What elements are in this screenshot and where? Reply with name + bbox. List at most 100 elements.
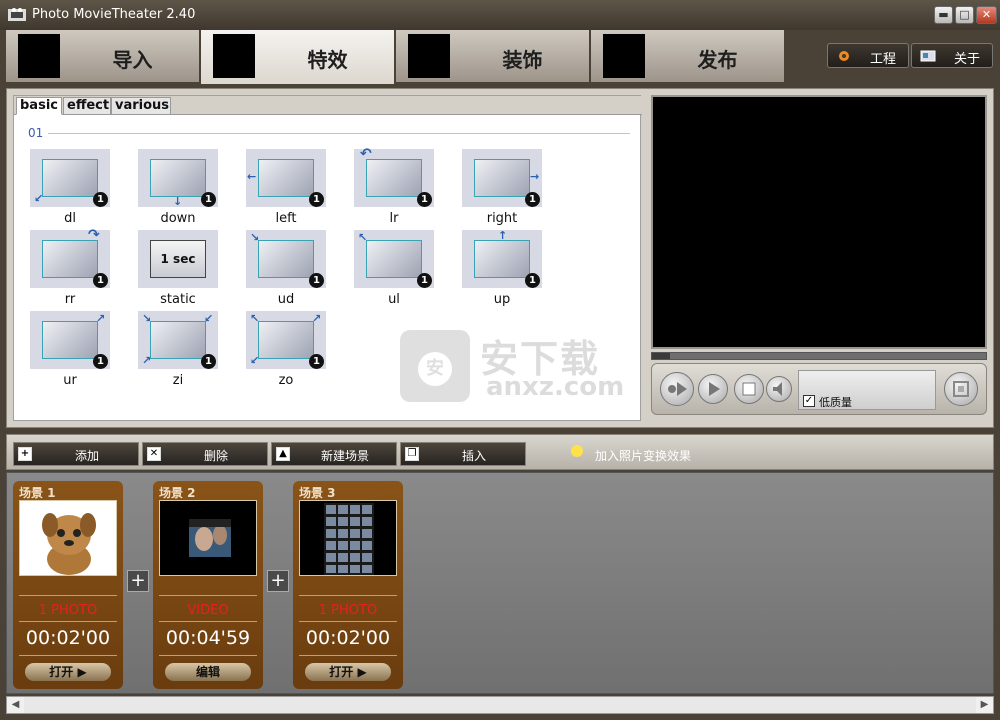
- stop-button[interactable]: [734, 374, 764, 404]
- scene-card-1[interactable]: 场景 1 1 PHOTO 00:02'00 打开 ▶: [13, 481, 123, 689]
- maximize-button[interactable]: □: [955, 6, 974, 24]
- scene-type: 1 PHOTO: [318, 603, 378, 618]
- horizontal-scrollbar[interactable]: ◀ ▶: [6, 696, 994, 714]
- scene-title: 场景 3: [299, 486, 336, 500]
- scene-duration: 00:02'00: [305, 627, 391, 649]
- effect-up[interactable]: ↑ 1 up: [462, 230, 542, 310]
- effect-label: zi: [172, 373, 184, 388]
- stop-icon: [742, 382, 756, 396]
- delete-button[interactable]: ✕ 删除: [142, 442, 268, 466]
- effect-label: ul: [388, 292, 400, 307]
- edit-button[interactable]: 编辑: [165, 663, 251, 681]
- scene-toolbar: + 添加 ✕ 删除 ▲ 新建场景 ❐ 插入 加入照片变换效果: [6, 434, 994, 470]
- subtab-basic[interactable]: basic: [16, 97, 62, 115]
- arrow-up-left-icon: ↖: [358, 231, 368, 244]
- seek-bar[interactable]: [651, 352, 987, 360]
- scene-duration: 00:04'59: [165, 627, 251, 649]
- scene-type: 1 PHOTO: [38, 603, 98, 618]
- divider: [159, 595, 257, 596]
- effect-right[interactable]: → 1 right: [462, 149, 542, 229]
- effect-dl[interactable]: ↙ 1 dl: [30, 149, 110, 229]
- new-scene-button[interactable]: ▲ 新建场景: [271, 442, 397, 466]
- effect-preview: [474, 159, 530, 197]
- scene-card-3[interactable]: 场景 3 1 PHOTO 00:02'00 打开 ▶: [293, 481, 403, 689]
- scroll-right-button[interactable]: ▶: [976, 697, 993, 713]
- gear-icon: [839, 51, 849, 61]
- tab-thumbnail: [408, 34, 450, 78]
- add-scene-button[interactable]: +: [267, 570, 289, 592]
- fullscreen-button[interactable]: [944, 372, 978, 406]
- effect-static[interactable]: 1 sec static: [138, 230, 218, 310]
- effect-down[interactable]: ↓ 1 down: [138, 149, 218, 229]
- about-button[interactable]: 关于: [911, 43, 993, 68]
- preview-panel: ✓ 低质量: [649, 95, 989, 421]
- add-scene-button[interactable]: +: [127, 570, 149, 592]
- project-button[interactable]: 工程: [827, 43, 909, 68]
- open-button[interactable]: 打开 ▶: [305, 663, 391, 681]
- minimize-button[interactable]: ▬: [934, 6, 953, 24]
- low-quality-checkbox[interactable]: ✓: [803, 395, 815, 407]
- tab-decorate[interactable]: 装饰: [396, 30, 591, 82]
- divider: [19, 595, 117, 596]
- effect-zi[interactable]: ↘ ↙ ↗ 1 zi: [138, 311, 218, 391]
- effect-label: dl: [64, 211, 76, 226]
- group-label: 01: [28, 126, 44, 140]
- subtab-effect[interactable]: effect: [63, 97, 111, 115]
- add-button[interactable]: + 添加: [13, 442, 139, 466]
- effect-rr[interactable]: ↷ 1 rr: [30, 228, 110, 310]
- arrow-down-left-icon: ↙: [34, 192, 44, 205]
- effect-preview: [42, 159, 98, 197]
- subtab-various[interactable]: various: [111, 97, 171, 115]
- divider: [19, 655, 117, 656]
- arrow-up-icon: ↑: [498, 229, 508, 242]
- effect-ul[interactable]: ↖ 1 ul: [354, 230, 434, 310]
- scene-thumbnail: [159, 500, 257, 576]
- arrow-zoom-in-tl-icon: ↘: [142, 312, 152, 325]
- play-from-start-button[interactable]: [660, 372, 694, 406]
- effect-label: left: [275, 211, 297, 226]
- tab-publish[interactable]: 发布: [591, 30, 786, 82]
- tab-thumbnail: [18, 34, 60, 78]
- add-icon: +: [18, 447, 32, 461]
- effect-label: lr: [389, 211, 399, 226]
- effect-preview: [258, 321, 314, 359]
- arrow-left-icon: ←: [247, 170, 257, 183]
- effects-workspace: basic effect various 01 ↙ 1 dl ↓ 1 down …: [6, 88, 994, 428]
- effect-lr[interactable]: ↶ 1 lr: [354, 147, 434, 229]
- effect-label: static: [160, 292, 196, 307]
- scene-card-2[interactable]: 场景 2 VIDEO 00:04'59 编辑: [153, 481, 263, 689]
- play-icon: [709, 382, 720, 396]
- effect-ud[interactable]: ↘ 1 ud: [246, 230, 326, 310]
- tab-effects[interactable]: 特效: [201, 30, 396, 84]
- play-button[interactable]: [698, 374, 728, 404]
- scene-thumbnail: [19, 500, 117, 576]
- count-badge: 1: [525, 192, 540, 207]
- open-button[interactable]: 打开 ▶: [25, 663, 111, 681]
- effect-label: ur: [63, 373, 77, 388]
- arrow-zoom-out-bl-icon: ↙: [250, 354, 260, 367]
- app-film-icon: [8, 8, 26, 21]
- scroll-left-button[interactable]: ◀: [7, 697, 24, 713]
- scene-duration: 00:02'00: [25, 627, 111, 649]
- effect-left[interactable]: ← 1 left: [246, 149, 326, 229]
- volume-button[interactable]: [766, 376, 792, 402]
- effect-preview: [150, 321, 206, 359]
- image-icon: ▲: [276, 447, 290, 461]
- count-badge: 1: [93, 354, 108, 369]
- divider: [299, 595, 397, 596]
- insert-button[interactable]: ❐ 插入: [400, 442, 526, 466]
- effects-panel: basic effect various 01 ↙ 1 dl ↓ 1 down …: [13, 95, 642, 421]
- watermark: 安 安下载 anxz.com: [396, 322, 636, 412]
- tab-import[interactable]: 导入: [6, 30, 201, 82]
- scene-title: 场景 2: [159, 486, 196, 500]
- seek-thumb[interactable]: [652, 353, 670, 359]
- player-controls: ✓ 低质量: [651, 363, 987, 415]
- close-button[interactable]: ✕: [976, 6, 997, 24]
- count-badge: 1: [525, 273, 540, 288]
- count-badge: 1: [309, 354, 324, 369]
- play-from-start-icon: [668, 382, 687, 396]
- effect-ur[interactable]: ↗ 1 ur: [30, 311, 110, 391]
- scene-thumbnail: [299, 500, 397, 576]
- effect-zo[interactable]: ↖ ↗ ↙ 1 zo: [246, 311, 326, 391]
- window-title: Photo MovieTheater 2.40: [32, 7, 196, 22]
